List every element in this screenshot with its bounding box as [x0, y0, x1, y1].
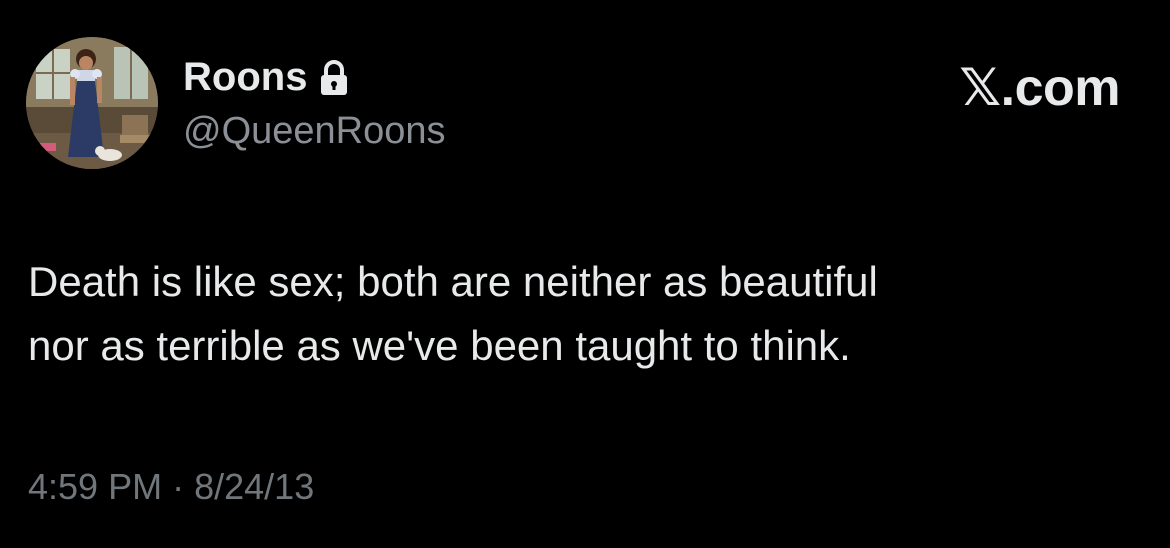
tweet-card: Roons @QueenRoons 𝕏.com Death is like se…: [0, 0, 1170, 548]
display-name[interactable]: Roons: [183, 54, 307, 100]
avatar[interactable]: [26, 37, 158, 169]
meta-separator: ·: [172, 466, 185, 507]
tweet-time: 4:59 PM: [28, 466, 163, 507]
tweet-date: 8/24/13: [194, 466, 315, 507]
author-name-row: Roons: [183, 54, 349, 100]
avatar-image: [26, 37, 158, 169]
brand-label: 𝕏.com: [959, 59, 1120, 117]
tweet-text-line: nor as terrible as we've been taught to …: [28, 322, 851, 369]
tweet-text: Death is like sex; both are neither as b…: [28, 250, 1138, 378]
tweet-timestamp[interactable]: 4:59 PM · 8/24/13: [28, 465, 314, 509]
lock-icon: [319, 59, 349, 97]
user-handle[interactable]: @QueenRoons: [183, 108, 446, 154]
tweet-text-line: Death is like sex; both are neither as b…: [28, 258, 878, 305]
